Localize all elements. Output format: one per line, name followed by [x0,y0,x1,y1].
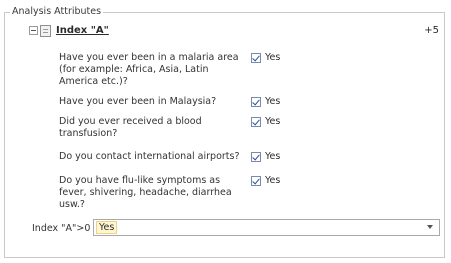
checkbox-checked-icon[interactable] [251,53,261,63]
checkbox-checked-icon[interactable] [251,176,261,186]
node-title[interactable]: Index "A" [56,24,109,38]
condition-label: Index "A">0 [32,223,91,234]
question-1: Have you ever been in a malaria area (fo… [59,52,239,87]
group-title: Analysis Attributes [10,5,104,19]
answer-5-label: Yes [265,175,281,186]
question-4: Do you contact international airports? [59,151,240,162]
node-count: +5 [424,25,439,36]
checkbox-checked-icon[interactable] [251,152,261,162]
answer-3-label: Yes [265,116,281,127]
condition-value: Yes [96,221,118,234]
checkbox-checked-icon[interactable] [251,117,261,127]
index-a-node[interactable]: Index "A" +5 [29,24,439,40]
question-3: Did you ever received a blood transfusio… [59,116,202,139]
question-2: Have you ever been in Malaysia? [59,96,217,107]
checkbox-checked-icon[interactable] [251,97,261,107]
collapse-icon[interactable] [29,26,38,35]
answer-4-label: Yes [265,151,281,162]
answer-2-label: Yes [265,96,281,107]
condition-select[interactable]: Yes [93,219,440,236]
question-5: Do you have flu-like symptoms as fever, … [59,175,232,210]
list-icon [40,25,51,37]
answer-1-label: Yes [265,52,281,63]
chevron-down-icon[interactable] [427,225,433,229]
